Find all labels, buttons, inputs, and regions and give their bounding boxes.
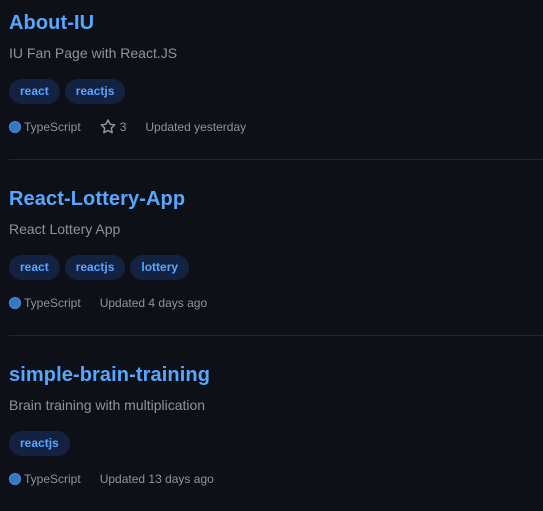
- repo-meta: TypeScript Updated 4 days ago: [9, 294, 207, 312]
- topic-tag-react[interactable]: react: [9, 255, 60, 280]
- repo-language: TypeScript: [24, 472, 81, 486]
- repo-name-link[interactable]: About-IU: [9, 12, 94, 35]
- repo-language: TypeScript: [24, 296, 81, 310]
- repository-list: About-IU IU Fan Page with React.JS react…: [0, 0, 543, 511]
- language-color-dot: [9, 473, 21, 485]
- repo-meta: TypeScript 3 Updated yesterday: [9, 118, 246, 136]
- updated-time: Updated 4 days ago: [99, 296, 208, 310]
- updated-time: Updated 13 days ago: [99, 472, 214, 486]
- stargazers-link[interactable]: 3: [100, 119, 127, 135]
- topic-tag-reactjs[interactable]: reactjs: [64, 255, 126, 280]
- star-icon: [100, 119, 116, 134]
- topic-tag-reactjs[interactable]: reactjs: [9, 431, 70, 456]
- topic-list: react reactjs lottery: [9, 255, 190, 280]
- repo-name-link[interactable]: React-Lottery-App: [9, 188, 185, 211]
- topic-tag-lottery[interactable]: lottery: [130, 255, 190, 280]
- topic-tag-react[interactable]: react: [9, 79, 60, 104]
- topic-list: reactjs: [9, 431, 70, 456]
- divider: [9, 335, 543, 336]
- updated-time: Updated yesterday: [145, 120, 247, 134]
- language-color-dot: [9, 121, 21, 133]
- language-color-dot: [9, 297, 21, 309]
- repo-description: Brain training with multiplication: [9, 397, 206, 413]
- repo-description: React Lottery App: [9, 221, 121, 237]
- repo-description: IU Fan Page with React.JS: [9, 45, 178, 61]
- topic-list: react reactjs: [9, 79, 126, 104]
- repo-meta: TypeScript Updated 13 days ago: [9, 470, 214, 488]
- star-count: 3: [119, 120, 127, 134]
- repo-name-link[interactable]: simple-brain-training: [9, 364, 210, 387]
- topic-tag-reactjs[interactable]: reactjs: [64, 79, 126, 104]
- divider: [9, 159, 543, 160]
- repo-language: TypeScript: [24, 120, 81, 134]
